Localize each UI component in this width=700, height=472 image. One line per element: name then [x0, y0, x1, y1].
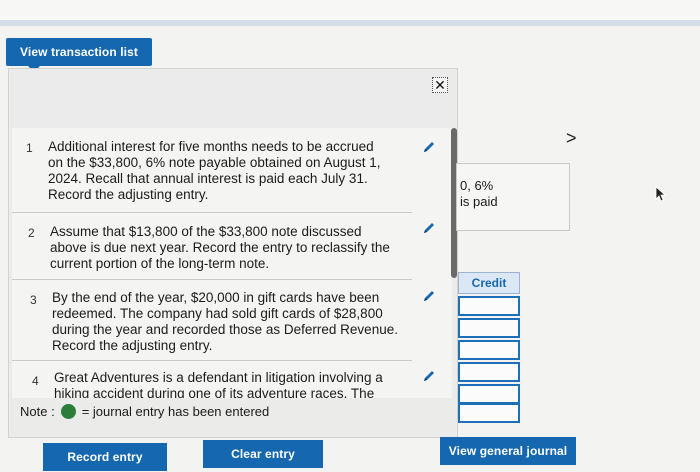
item-line: above is due next year. Record the entry… — [50, 240, 390, 255]
credit-input[interactable] — [458, 384, 520, 404]
view-transaction-list-button[interactable]: View transaction list — [6, 38, 152, 72]
note-text: = journal entry has been entered — [81, 404, 270, 419]
credit-input[interactable] — [458, 362, 520, 382]
edit-pencil-icon[interactable] — [421, 288, 437, 304]
item-line: 2024. Recall that annual interest is pai… — [48, 171, 368, 186]
item-number: 1 — [26, 141, 33, 155]
item-number: 2 — [28, 226, 35, 240]
item-line: redeemed. The company had sold gift card… — [52, 306, 383, 321]
item-text: By the end of the year, $20,000 in gift … — [52, 290, 398, 354]
edit-pencil-icon[interactable] — [421, 220, 437, 236]
item-divider — [12, 212, 412, 213]
item-line: during the year and recorded those as De… — [52, 322, 398, 337]
side-text-line: 0, 6% — [460, 178, 494, 193]
item-divider — [12, 360, 412, 361]
transaction-list[interactable]: 1 Additional interest for five months ne… — [12, 128, 452, 398]
item-text: Additional interest for five months need… — [48, 139, 381, 203]
clear-entry-button[interactable]: Clear entry — [203, 440, 323, 468]
panel-header — [9, 69, 457, 127]
top-divider — [0, 20, 700, 26]
item-line: Record the adjusting entry. — [48, 187, 209, 202]
item-line: Assume that $13,800 of the $33,800 note … — [50, 224, 362, 239]
record-entry-button[interactable]: Record entry — [43, 443, 167, 471]
credit-input[interactable] — [458, 403, 520, 423]
edit-pencil-icon[interactable] — [421, 139, 437, 155]
item-line: Great Adventures is a defendant in litig… — [54, 370, 383, 385]
item-line: hiking accident during one of its advent… — [54, 386, 375, 398]
credit-input[interactable] — [458, 318, 520, 338]
item-text: Assume that $13,800 of the $33,800 note … — [50, 224, 390, 272]
chevron-right-icon[interactable]: > — [566, 128, 577, 149]
side-text-line: is paid — [460, 194, 498, 209]
note-legend: Note : = journal entry has been entered — [20, 404, 269, 419]
top-bar — [0, 0, 700, 20]
item-line: By the end of the year, $20,000 in gift … — [52, 290, 380, 305]
note-label: Note : — [20, 404, 55, 419]
item-text: Great Adventures is a defendant in litig… — [54, 370, 383, 398]
credit-column-header: Credit — [458, 272, 520, 294]
mouse-cursor-icon — [655, 186, 667, 202]
item-line: on the $33,800, 6% note payable obtained… — [48, 155, 381, 170]
close-icon[interactable]: ✕ — [432, 77, 448, 93]
credit-input[interactable] — [458, 296, 520, 316]
view-general-journal-button[interactable]: View general journal — [440, 437, 576, 465]
credit-input[interactable] — [458, 340, 520, 360]
item-number: 3 — [30, 293, 37, 307]
entered-dot-icon — [60, 404, 76, 419]
item-line: Record the adjusting entry. — [52, 338, 213, 353]
item-divider — [12, 279, 412, 280]
item-line: current portion of the long-term note. — [50, 256, 270, 271]
item-line: Additional interest for five months need… — [48, 139, 374, 154]
edit-pencil-icon[interactable] — [421, 368, 437, 384]
item-number: 4 — [32, 374, 39, 388]
